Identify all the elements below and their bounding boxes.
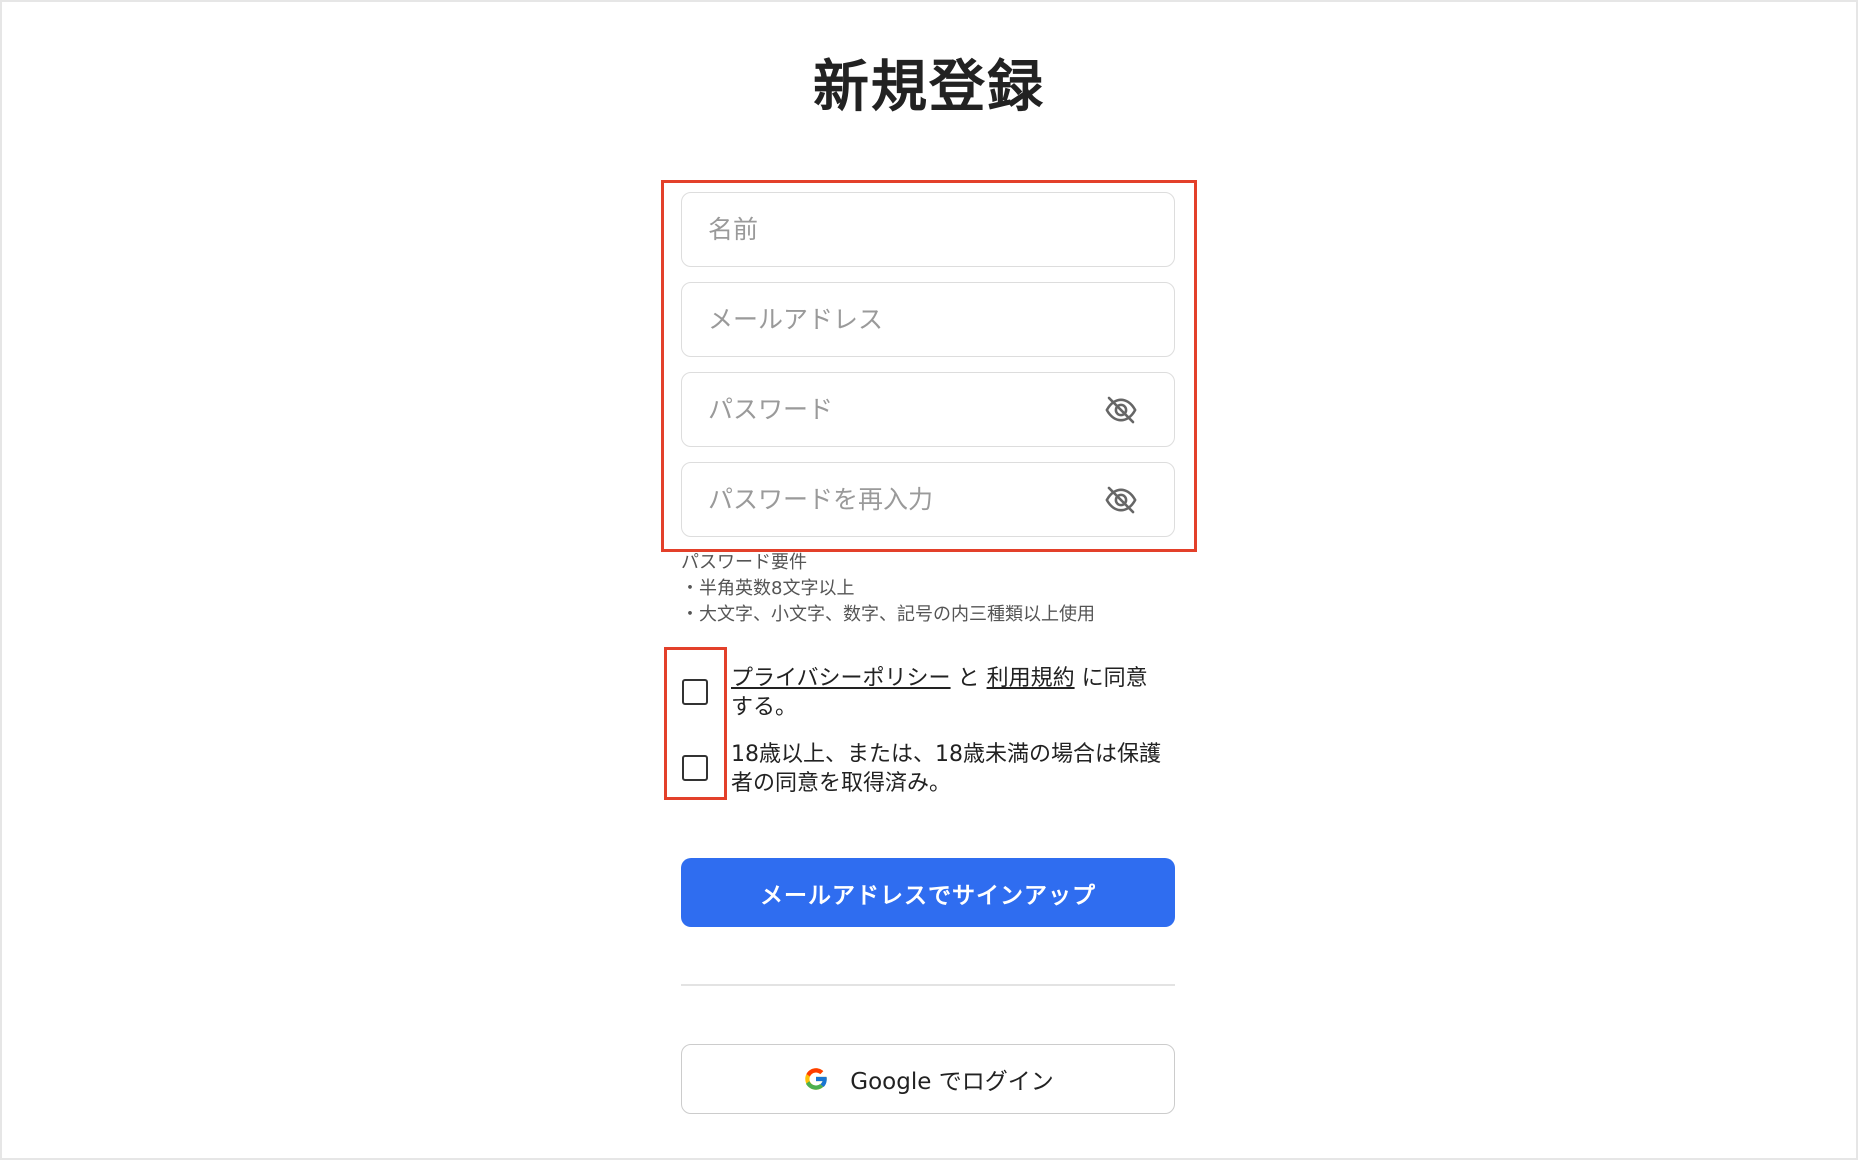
- password-requirement-item: ・大文字、小文字、数字、記号の内三種類以上使用: [681, 604, 1095, 625]
- password-requirements-heading: パスワード要件: [681, 552, 807, 573]
- name-field[interactable]: [681, 192, 1175, 267]
- password-field[interactable]: [681, 372, 1175, 447]
- eye-off-icon[interactable]: [1104, 483, 1138, 517]
- password-requirements: パスワード要件 ・半角英数8文字以上 ・大文字、小文字、数字、記号の内三種類以上…: [681, 550, 1095, 628]
- terms-link[interactable]: 利用規約: [987, 666, 1075, 691]
- email-input[interactable]: [682, 289, 1088, 350]
- age-agreement: 18歳以上、または、18歳未満の場合は保護者の同意を取得済み。: [682, 740, 1161, 798]
- name-input[interactable]: [682, 199, 1088, 260]
- eye-off-icon[interactable]: [1104, 393, 1138, 427]
- email-signup-button[interactable]: メールアドレスでサインアップ: [681, 858, 1175, 927]
- google-icon: [805, 1068, 828, 1090]
- google-login-button[interactable]: Google でログイン: [681, 1044, 1175, 1114]
- privacy-terms-agreement: プライバシーポリシー と 利用規約 に同意する。: [682, 664, 1161, 722]
- age-checkbox[interactable]: [682, 755, 708, 781]
- google-login-label: Google でログイン: [850, 1069, 1054, 1095]
- password-confirm-field[interactable]: [681, 462, 1175, 537]
- privacy-terms-checkbox[interactable]: [682, 679, 708, 705]
- password-requirement-item: ・半角英数8文字以上: [681, 578, 855, 599]
- and-text: と: [950, 666, 987, 691]
- page-frame: 新規登録 パスワード要件 ・半角英数8文字以上 ・大文字、小文字、数字、記号の内…: [0, 0, 1858, 1160]
- age-text: 18歳以上、または、18歳未満の場合は保護者の同意を取得済み。: [731, 742, 1161, 796]
- page-title: 新規登録: [813, 55, 1045, 120]
- privacy-policy-link[interactable]: プライバシーポリシー: [731, 666, 951, 691]
- password-input[interactable]: [682, 379, 1088, 440]
- privacy-terms-text: プライバシーポリシー と 利用規約 に同意する。: [731, 664, 1161, 722]
- divider: [681, 984, 1175, 986]
- email-field[interactable]: [681, 282, 1175, 357]
- password-confirm-input[interactable]: [682, 469, 1088, 530]
